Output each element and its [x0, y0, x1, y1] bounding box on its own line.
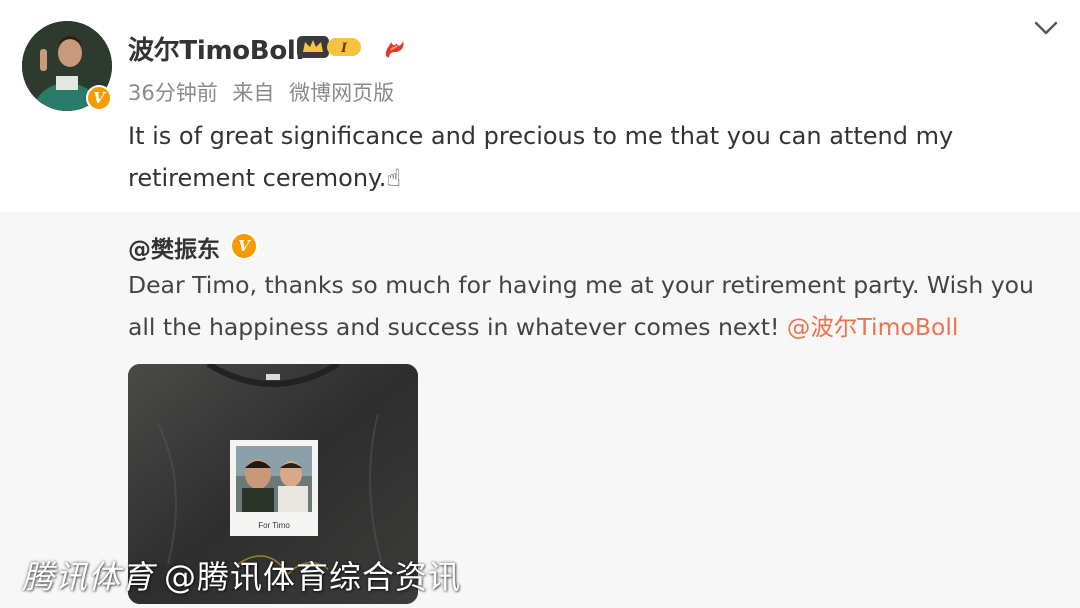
chevron-down-icon[interactable]: [1032, 16, 1060, 40]
author-avatar[interactable]: V: [22, 21, 112, 111]
repost-card[interactable]: @樊振东 V Dear Timo, thanks so much for hav…: [0, 212, 1080, 608]
author-username[interactable]: 波尔TimoBoll: [128, 30, 304, 67]
source-prefix: 来自: [232, 81, 275, 105]
flame-icon: [385, 41, 404, 58]
vip-crown-icon[interactable]: I: [297, 34, 363, 60]
verified-icon: V: [230, 232, 258, 260]
repost-body: Dear Timo, thanks so much for having me …: [128, 264, 1063, 348]
post-source[interactable]: 微博网页版: [289, 81, 394, 105]
post-meta: 36分钟前 来自 微博网页版: [128, 77, 402, 107]
post-body: It is of great significance and precious…: [128, 122, 954, 192]
mention-link[interactable]: @波尔TimoBoll: [787, 313, 959, 341]
post-header: V 波尔TimoBoll I 36分钟前 来自 微博网页版 It is of g…: [0, 0, 1080, 212]
watermark-handle: @腾讯体育综合资讯: [164, 558, 462, 596]
verified-icon: V: [86, 85, 112, 111]
vip-level-text: I: [340, 41, 348, 56]
watermark-brand: 腾讯体育: [22, 558, 155, 596]
post-timestamp: 36分钟前: [128, 81, 218, 105]
watermark: 腾讯体育 @腾讯体育综合资讯: [22, 552, 461, 598]
photo-caption: For Timo: [258, 521, 290, 530]
repost-username[interactable]: @樊振东: [128, 230, 220, 264]
